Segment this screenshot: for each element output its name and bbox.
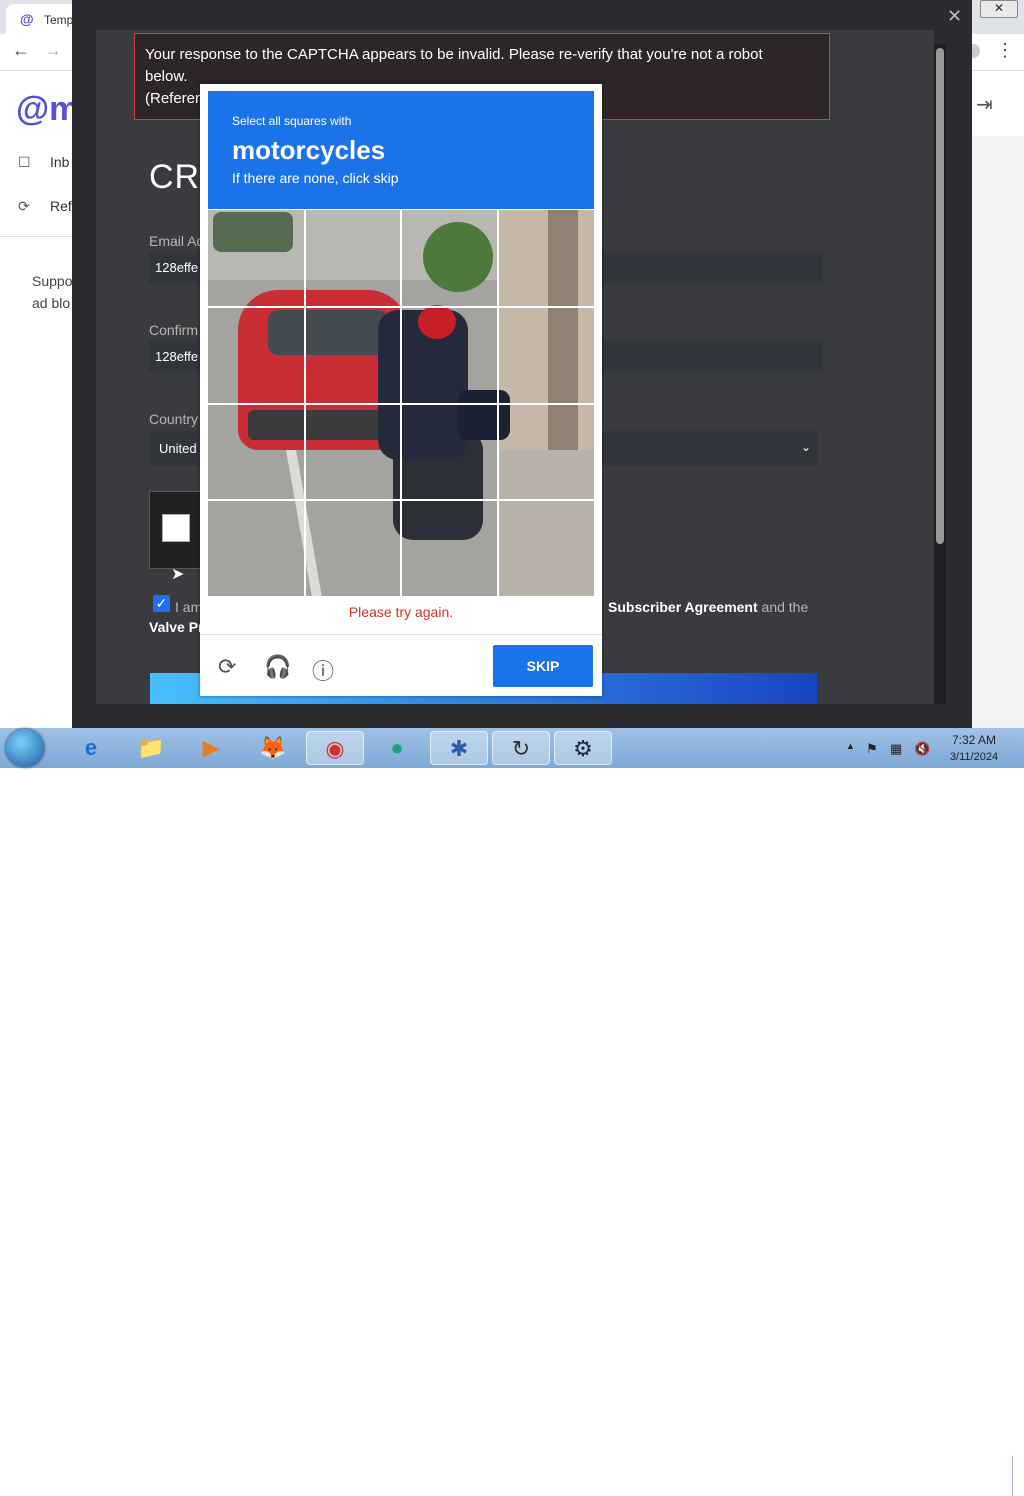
grid-line bbox=[208, 499, 594, 501]
error-line: Your response to the CAPTCHA appears to … bbox=[145, 46, 763, 63]
captcha-target: motorcycles bbox=[232, 135, 386, 165]
bush-image bbox=[423, 222, 493, 292]
agree-text: I am bbox=[175, 599, 203, 615]
captcha-footer-divider bbox=[200, 634, 602, 635]
action-center-flag-icon[interactable]: ⚑ bbox=[866, 741, 878, 757]
agreement-text: Subscriber Agreement and the bbox=[608, 599, 808, 615]
network-app-icon[interactable]: ✱ bbox=[430, 731, 488, 765]
red-car-bumper-image bbox=[248, 410, 398, 440]
show-desktop-button[interactable] bbox=[1012, 1456, 1024, 1496]
captcha-challenge: Select all squares with motorcycles If t… bbox=[200, 84, 602, 696]
chrome-icon[interactable]: ◉ bbox=[306, 731, 364, 765]
mail-site-icon: @ bbox=[20, 11, 34, 27]
window-close-button[interactable]: ✕ bbox=[980, 0, 1018, 18]
red-helmet-image bbox=[418, 305, 456, 339]
site-logo[interactable]: @m bbox=[16, 90, 79, 129]
scooter-topcase-image bbox=[458, 390, 510, 440]
support-text: Suppo ad blo bbox=[32, 270, 72, 314]
logout-icon[interactable]: ⇥ bbox=[976, 92, 993, 117]
network-icon[interactable]: ▦ bbox=[890, 741, 902, 757]
agree-checkbox[interactable]: ✓ bbox=[153, 595, 170, 612]
clock-date[interactable]: 3/11/2024 bbox=[944, 751, 1004, 763]
browser-menu-icon[interactable]: ⋮ bbox=[996, 40, 1014, 61]
start-button[interactable] bbox=[6, 729, 44, 767]
sidebar-item-label: Ref bbox=[50, 198, 72, 214]
media-player-icon[interactable]: ▶ bbox=[182, 731, 240, 765]
sidebar-item-refresh[interactable]: ⟳ Ref bbox=[18, 198, 72, 215]
valve-privacy-link[interactable]: Valve Pr bbox=[149, 619, 204, 635]
support-line: ad blo bbox=[32, 295, 71, 311]
email-label: Email Ad bbox=[149, 233, 205, 249]
clock-time[interactable]: 7:32 AM bbox=[944, 733, 1004, 747]
tray-expand-icon[interactable]: ▲ bbox=[846, 741, 855, 751]
captcha-instruction: Select all squares with bbox=[232, 114, 352, 128]
sidebar-item-inbox[interactable]: ☐ Inb bbox=[18, 154, 69, 171]
grid-line bbox=[208, 306, 594, 308]
sidebar-item-label: Inb bbox=[50, 154, 70, 170]
internet-explorer-icon[interactable]: e bbox=[62, 731, 120, 765]
modal-close-icon[interactable]: ✕ bbox=[947, 6, 962, 27]
chevron-down-icon: ⌄ bbox=[800, 440, 811, 454]
volume-muted-icon[interactable]: 🔇 bbox=[914, 741, 930, 757]
country-label: Country bbox=[149, 411, 199, 427]
forward-arrow-icon[interactable]: → bbox=[44, 40, 62, 61]
captcha-header: Select all squares with motorcycles If t… bbox=[208, 91, 594, 209]
captcha-instruction-sub: If there are none, click skip bbox=[232, 170, 399, 186]
green-car-image bbox=[213, 212, 293, 252]
firefox-icon[interactable]: 🦊 bbox=[244, 731, 302, 765]
captcha-image-grid bbox=[208, 210, 594, 596]
skip-button[interactable]: SKIP bbox=[493, 645, 593, 687]
info-icon[interactable]: ⓘ bbox=[312, 654, 334, 686]
grid-line bbox=[208, 403, 594, 405]
captcha-error-text: Please try again. bbox=[348, 604, 454, 620]
app-green-icon[interactable]: ● bbox=[368, 731, 426, 765]
confirm-email-label: Confirm bbox=[149, 322, 199, 338]
inbox-icon: ☐ bbox=[18, 154, 31, 170]
mouse-cursor-icon: ➤ bbox=[171, 566, 185, 583]
taskbar: e 📁 ▶ 🦊 ◉ ● ✱ ↻ ⚙ ▲ ⚑ ▦ 🔇 bbox=[0, 728, 1024, 1496]
recaptcha-checkbox[interactable] bbox=[162, 514, 190, 542]
country-value: United bbox=[159, 441, 197, 456]
support-line: Suppo bbox=[32, 273, 73, 289]
back-arrow-icon[interactable]: ← bbox=[12, 40, 30, 61]
agreement-text-rest: and the bbox=[757, 599, 809, 615]
file-explorer-icon[interactable]: 📁 bbox=[122, 731, 180, 765]
steam-icon[interactable]: ⚙ bbox=[554, 731, 612, 765]
right-panel bbox=[972, 136, 1024, 728]
sidebar-divider bbox=[0, 236, 72, 237]
red-car-window-image bbox=[268, 310, 388, 355]
scrollbar-thumb[interactable] bbox=[936, 48, 944, 544]
reload-icon[interactable]: ⟳ bbox=[218, 654, 236, 680]
confirm-email-value: 128effe bbox=[155, 349, 199, 364]
sync-app-icon[interactable]: ↻ bbox=[492, 731, 550, 765]
sidewalk-image bbox=[498, 450, 594, 596]
logo-at-icon: @ bbox=[16, 90, 50, 128]
subscriber-agreement-link[interactable]: Subscriber Agreement bbox=[608, 599, 758, 615]
refresh-icon: ⟳ bbox=[18, 198, 30, 214]
audio-challenge-icon[interactable]: 🎧 bbox=[264, 654, 291, 680]
email-value: 128effe bbox=[155, 260, 199, 275]
tab-title: Temp bbox=[44, 13, 74, 27]
